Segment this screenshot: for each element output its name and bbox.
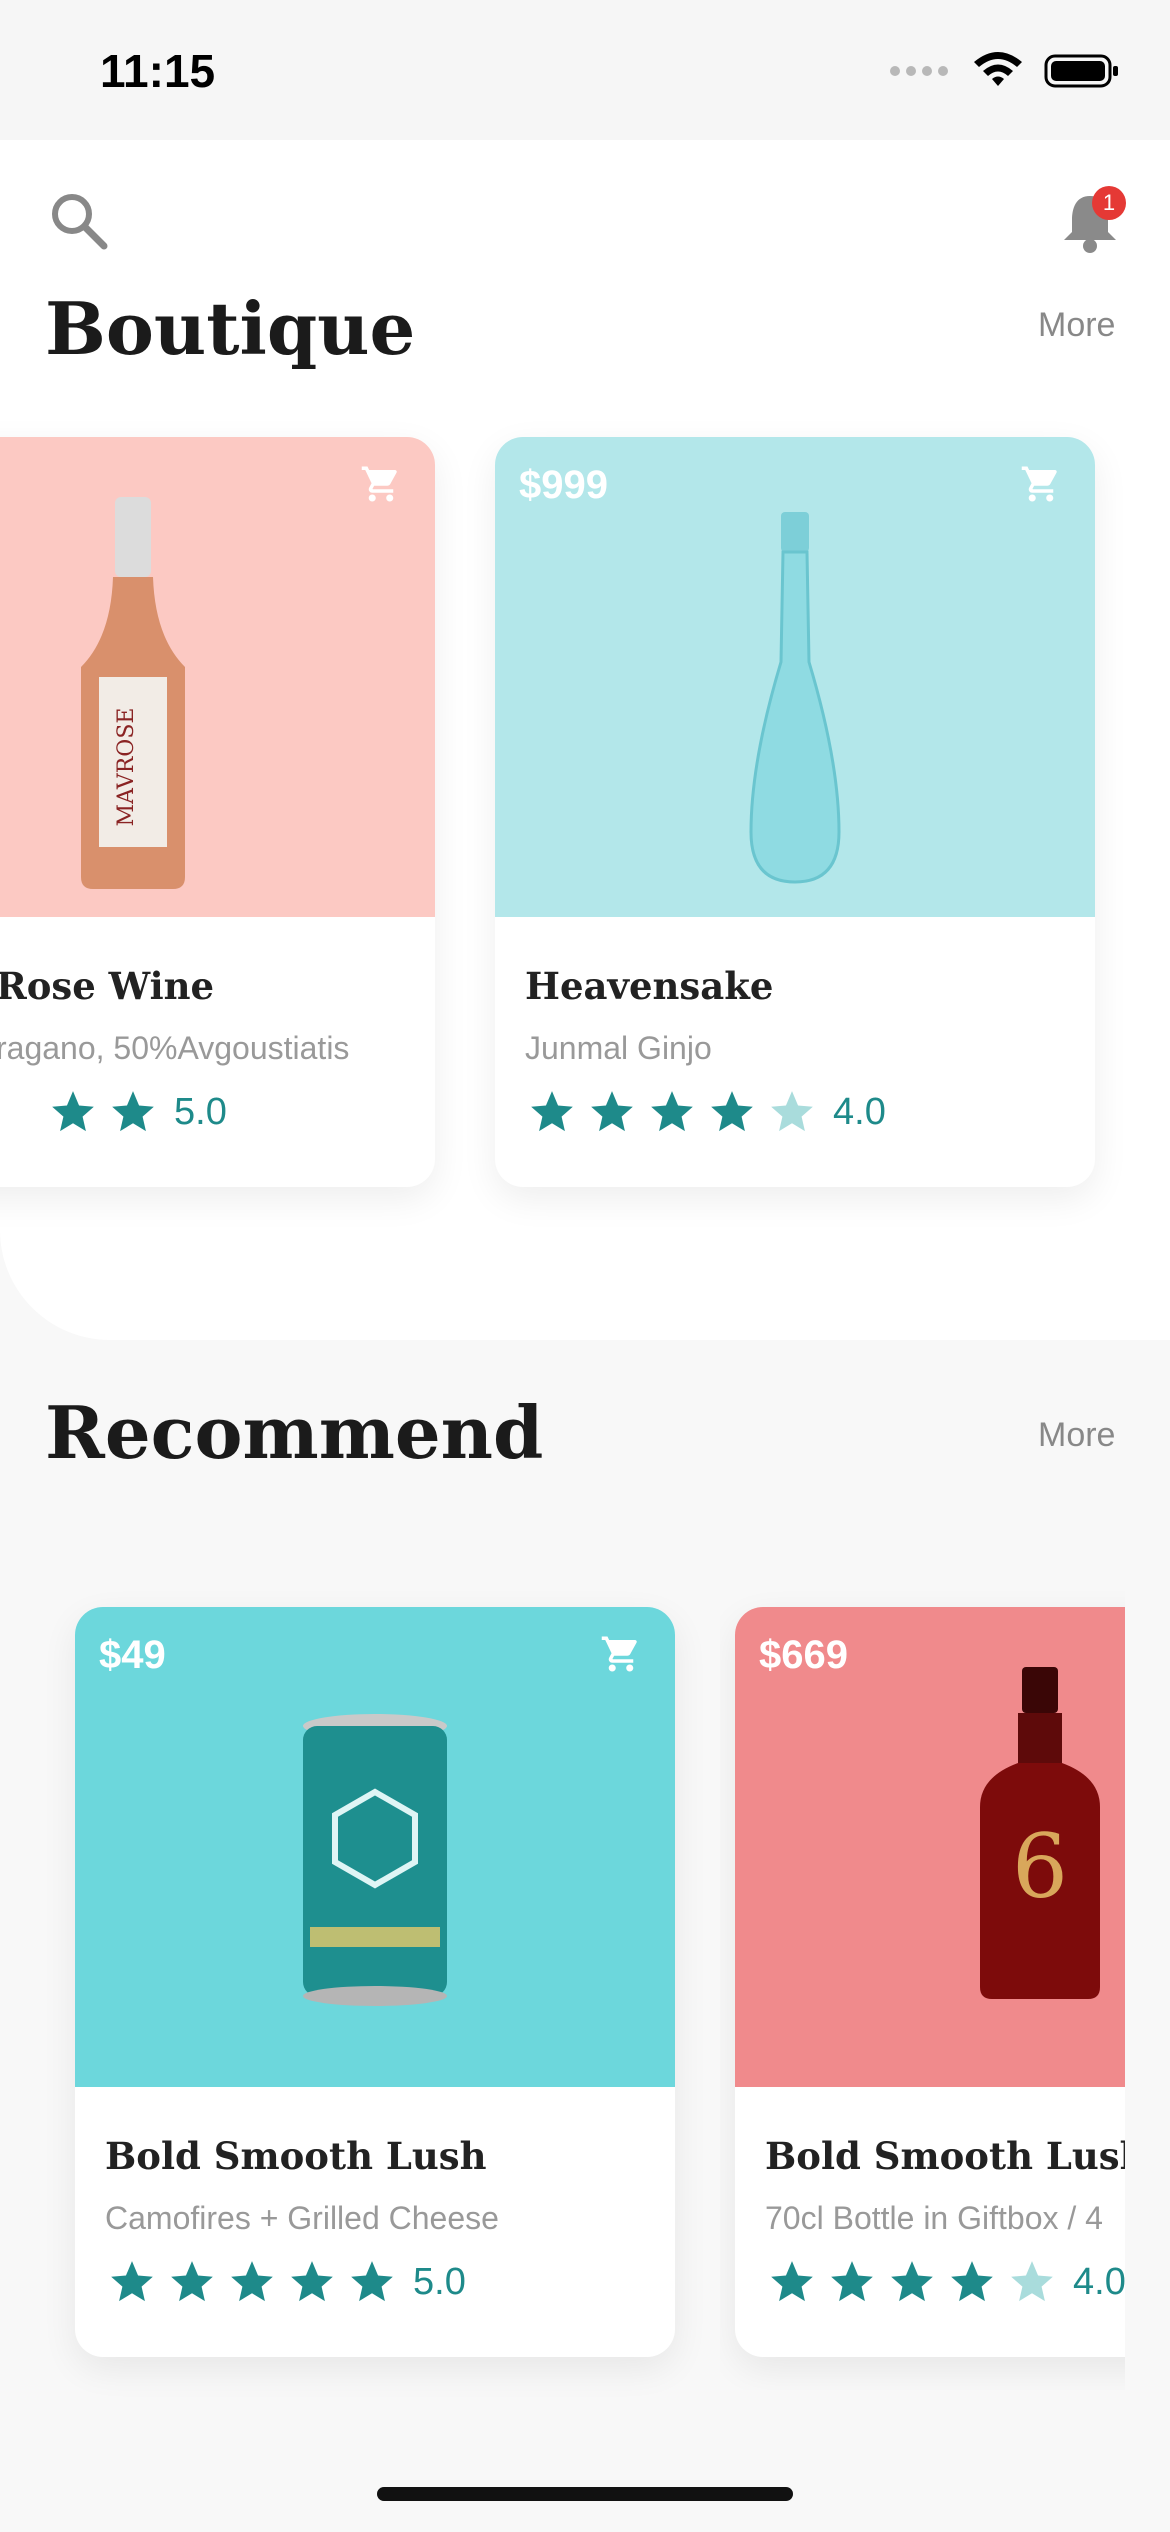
product-image: $999 xyxy=(495,437,1095,917)
cart-icon[interactable] xyxy=(600,1633,642,1675)
rating-value: 4.0 xyxy=(833,1090,886,1133)
product-image: MAVROSE xyxy=(0,437,435,917)
section-title-recommend: Recommend xyxy=(45,1390,544,1475)
search-icon[interactable] xyxy=(48,190,110,252)
product-subtitle: Junmal Ginjo xyxy=(525,1030,712,1066)
star-icon xyxy=(111,2261,153,2302)
carousel-clip: 6 $669 Bold Smooth Lush 70cl Bottle in G… xyxy=(720,1590,1125,2390)
star-rating xyxy=(767,2257,1057,2307)
star-icon xyxy=(231,2261,273,2302)
product-card-bold-smooth-lush-gin[interactable]: 6 $669 Bold Smooth Lush 70cl Bottle in G… xyxy=(735,1607,1125,2357)
svg-text:6: 6 xyxy=(1012,1815,1068,1918)
signal-icon xyxy=(890,66,948,76)
svg-text:MAVROSE: MAVROSE xyxy=(114,708,139,827)
star-icon xyxy=(831,2261,873,2302)
star-empty-icon xyxy=(1011,2261,1053,2302)
product-price: $49 xyxy=(99,1633,166,1677)
star-icon xyxy=(171,2261,213,2302)
product-rating: 5.0 xyxy=(48,1087,227,1137)
recommend-more-link[interactable]: More xyxy=(1038,1416,1115,1455)
star-empty-icon xyxy=(771,1091,813,1132)
product-subtitle: 70cl Bottle in Giftbox / 4 xyxy=(765,2200,1103,2236)
boutique-more-link[interactable]: More xyxy=(1038,306,1115,345)
gin-bottle-image: 6 xyxy=(980,1667,1100,1999)
product-price: $999 xyxy=(519,463,608,507)
wine-can-image xyxy=(303,1714,447,2006)
rating-value: 4.0 xyxy=(1073,2260,1125,2303)
star-icon xyxy=(771,2261,813,2302)
status-icons xyxy=(890,52,1120,90)
product-rating: 5.0 xyxy=(107,2257,466,2307)
product-image: $49 xyxy=(75,1607,675,2087)
product-price: $669 xyxy=(759,1633,848,1677)
rating-value: 5.0 xyxy=(174,1090,227,1133)
product-card-heavensake[interactable]: $999 Heavensake Junmal Ginjo 4.0 xyxy=(495,437,1095,1187)
star-icon xyxy=(891,2261,933,2302)
home-indicator[interactable] xyxy=(377,2487,793,2501)
notification-badge: 1 xyxy=(1092,186,1126,220)
star-icon xyxy=(591,1091,633,1132)
star-icon xyxy=(112,1091,154,1132)
star-icon xyxy=(951,2261,993,2302)
status-bar: 11:15 xyxy=(0,0,1170,140)
product-rating: 4.0 xyxy=(527,1087,886,1137)
star-icon xyxy=(291,2261,333,2302)
star-icon xyxy=(351,2261,393,2302)
section-title-boutique: Boutique xyxy=(45,286,416,371)
star-rating xyxy=(527,1087,817,1137)
wifi-icon xyxy=(974,52,1022,86)
product-name: Bold Smooth Lush xyxy=(105,2134,487,2178)
star-icon xyxy=(651,1091,693,1132)
star-rating xyxy=(107,2257,397,2307)
cart-icon[interactable] xyxy=(1020,463,1062,505)
star-icon xyxy=(531,1091,573,1132)
product-subtitle: Camofires + Grilled Cheese xyxy=(105,2200,499,2236)
star-rating xyxy=(48,1087,158,1137)
rose-wine-bottle-image: MAVROSE xyxy=(81,497,185,889)
status-time: 11:15 xyxy=(100,45,216,97)
product-name: Rose Wine xyxy=(0,964,215,1008)
rating-value: 5.0 xyxy=(413,2260,466,2303)
product-card-bold-smooth-lush-can[interactable]: $49 Bold Smooth Lush Camofires + Grilled… xyxy=(75,1607,675,2357)
product-subtitle: ragano, 50%Avgoustiatis xyxy=(0,1030,350,1066)
heavensake-bottle-image xyxy=(749,512,841,884)
star-icon xyxy=(711,1091,753,1132)
star-icon xyxy=(52,1091,94,1132)
boutique-panel: 1 Boutique More MAVROSE Rose Wine ragano… xyxy=(0,140,1170,1340)
battery-icon xyxy=(1044,54,1118,88)
product-card-rose-wine[interactable]: MAVROSE Rose Wine ragano, 50%Avgoustiati… xyxy=(0,437,435,1187)
product-name: Bold Smooth Lush xyxy=(765,2134,1125,2178)
product-image: 6 $669 xyxy=(735,1607,1125,2087)
cart-icon[interactable] xyxy=(360,463,402,505)
product-name: Heavensake xyxy=(525,964,774,1008)
product-rating: 4.0 xyxy=(767,2257,1125,2307)
